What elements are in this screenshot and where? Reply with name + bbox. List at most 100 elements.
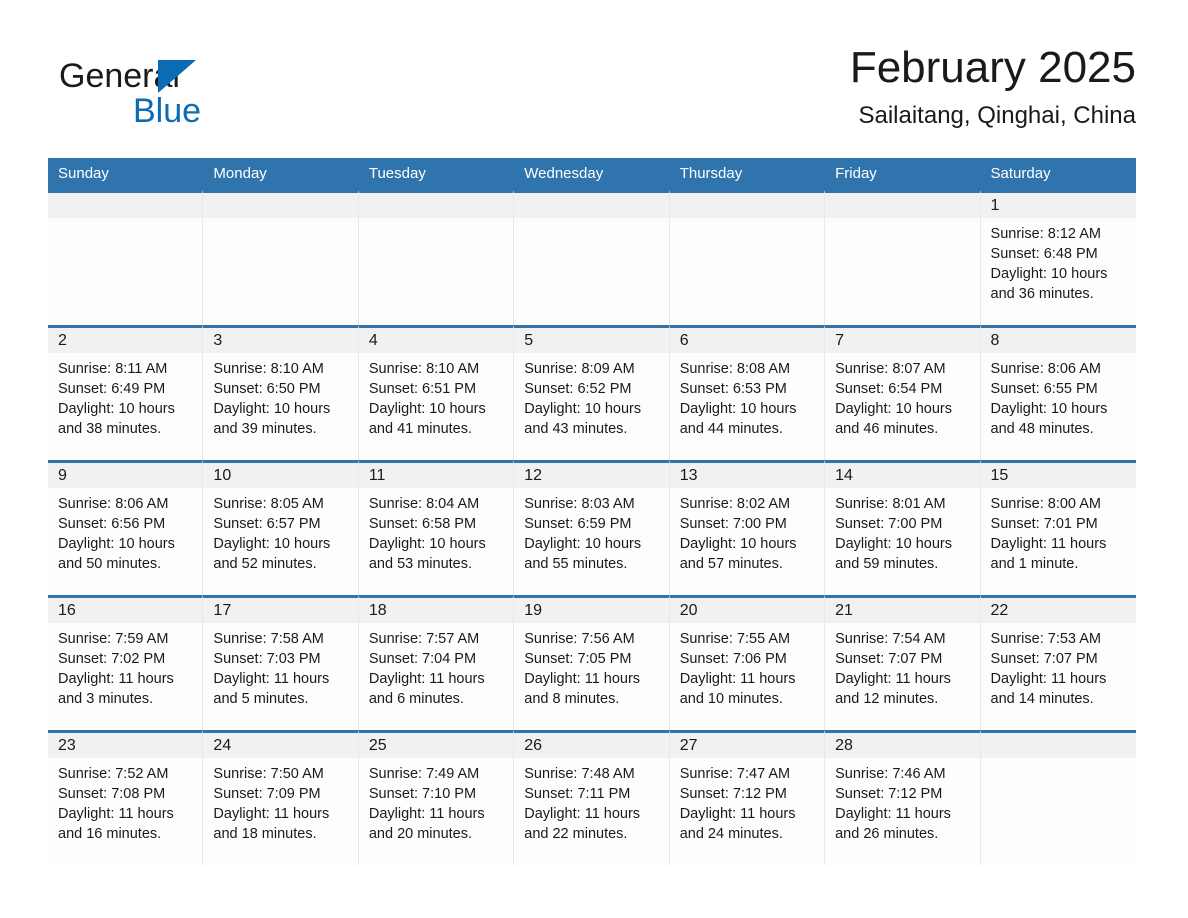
day-cell[interactable]: 3 Sunrise: 8:10 AM Sunset: 6:50 PM Daylight…: [203, 325, 359, 460]
day-cell[interactable]: 11 Sunrise: 8:04 AM Sunset: 6:58 PM Dayligh…: [358, 460, 515, 595]
calendar-cell: 16 Sunrise: 7:59 AM Sunset: 7:02 PM Dayligh…: [48, 595, 204, 730]
sunrise-text: Sunrise: 8:00 AM: [990, 496, 1101, 512]
calendar-cell: [48, 190, 204, 325]
day-details: Sunrise: 7:55 AM Sunset: 7:06 PM Daylight:…: [670, 623, 824, 709]
sunrise-text: Sunrise: 8:09 AM: [524, 361, 635, 377]
daylight-text: Daylight: 10 hours and 44 minutes.: [679, 401, 797, 437]
day-cell[interactable]: 27 Sunrise: 7:47 AM Sunset: 7:12 PM Dayligh…: [669, 730, 826, 865]
day-cell[interactable]: 24 Sunrise: 7:50 AM Sunset: 7:09 PM Dayligh…: [203, 730, 359, 865]
day-number: 18: [358, 598, 514, 623]
daylight-text: Daylight: 10 hours and 53 minutes.: [368, 536, 486, 572]
calendar-week-row: 9 Sunrise: 8:06 AM Sunset: 6:56 PM Daylight…: [48, 460, 1136, 595]
day-cell[interactable]: 12 Sunrise: 8:03 AM Sunset: 6:59 PM Dayligh…: [514, 460, 670, 595]
day-cell[interactable]: 19 Sunrise: 7:56 AM Sunset: 7:05 PM Dayligh…: [514, 595, 670, 730]
day-cell[interactable]: 6 Sunrise: 8:08 AM Sunset: 6:53 PM Daylight…: [669, 325, 826, 460]
calendar-cell: 24 Sunrise: 7:50 AM Sunset: 7:09 PM Dayligh…: [203, 730, 359, 865]
sunset-text: Sunset: 7:12 PM: [679, 786, 787, 802]
daylight-text: Daylight: 11 hours and 22 minutes.: [524, 806, 641, 842]
day-number: 10: [203, 463, 358, 488]
daylight-text: Daylight: 11 hours and 16 minutes.: [58, 806, 174, 842]
day-number: [669, 193, 825, 218]
calendar-cell: 17 Sunrise: 7:58 AM Sunset: 7:03 PM Dayligh…: [203, 595, 359, 730]
sunset-text: Sunset: 7:02 PM: [58, 651, 166, 667]
day-details: Sunrise: 7:58 AM Sunset: 7:03 PM Daylight:…: [203, 623, 357, 709]
daylight-text: Daylight: 10 hours and 57 minutes.: [679, 536, 797, 572]
day-cell[interactable]: 16 Sunrise: 7:59 AM Sunset: 7:02 PM Dayligh…: [48, 595, 204, 730]
calendar-cell: 4 Sunrise: 8:10 AM Sunset: 6:51 PM Daylight…: [358, 325, 515, 460]
day-cell[interactable]: 7 Sunrise: 8:07 AM Sunset: 6:54 PM Daylight…: [825, 325, 981, 460]
sunset-text: Sunset: 6:51 PM: [368, 381, 477, 397]
generalblue-logo[interactable]: General Blue: [59, 56, 319, 142]
day-cell[interactable]: 15 Sunrise: 8:00 AM Sunset: 7:01 PM Dayligh…: [980, 460, 1136, 595]
daylight-text: Daylight: 11 hours and 20 minutes.: [368, 806, 485, 842]
day-cell[interactable]: 23 Sunrise: 7:52 AM Sunset: 7:08 PM Dayligh…: [48, 730, 204, 865]
calendar-cell: 1 Sunrise: 8:12 AM Sunset: 6:48 PM Daylight…: [980, 190, 1136, 325]
calendar-cell: [980, 730, 1136, 865]
sunset-text: Sunset: 7:01 PM: [990, 516, 1098, 532]
daylight-text: Daylight: 11 hours and 5 minutes.: [213, 671, 330, 707]
calendar-cell: 9 Sunrise: 8:06 AM Sunset: 6:56 PM Daylight…: [48, 460, 204, 595]
calendar-cell: [825, 190, 981, 325]
sunrise-text: Sunrise: 7:46 AM: [835, 766, 946, 782]
calendar-cell: 12 Sunrise: 8:03 AM Sunset: 6:59 PM Dayligh…: [514, 460, 670, 595]
sunset-text: Sunset: 7:09 PM: [213, 786, 321, 802]
page-subtitle: Sailaitang, Qinghai, China: [858, 102, 1136, 129]
day-cell[interactable]: 18 Sunrise: 7:57 AM Sunset: 7:04 PM Dayligh…: [358, 595, 515, 730]
day-number: 11: [358, 463, 514, 488]
day-cell[interactable]: 13 Sunrise: 8:02 AM Sunset: 7:00 PM Dayligh…: [669, 460, 826, 595]
day-cell-empty: [358, 190, 515, 325]
day-details: Sunrise: 8:09 AM Sunset: 6:52 PM Daylight:…: [514, 353, 668, 439]
day-cell[interactable]: 20 Sunrise: 7:55 AM Sunset: 7:06 PM Dayligh…: [669, 595, 826, 730]
weekday-header-row: Sunday Monday Tuesday Wednesday Thursday…: [48, 158, 1136, 190]
day-number: 22: [980, 598, 1136, 623]
day-cell[interactable]: 2 Sunrise: 8:11 AM Sunset: 6:49 PM Daylight…: [48, 325, 204, 460]
day-cell[interactable]: 22 Sunrise: 7:53 AM Sunset: 7:07 PM Dayligh…: [980, 595, 1136, 730]
day-details: Sunrise: 8:03 AM Sunset: 6:59 PM Daylight:…: [514, 488, 668, 574]
day-cell[interactable]: 4 Sunrise: 8:10 AM Sunset: 6:51 PM Daylight…: [358, 325, 515, 460]
day-cell[interactable]: 17 Sunrise: 7:58 AM Sunset: 7:03 PM Dayligh…: [203, 595, 359, 730]
day-details: Sunrise: 7:57 AM Sunset: 7:04 PM Daylight:…: [359, 623, 513, 709]
sunset-text: Sunset: 7:10 PM: [368, 786, 477, 802]
sunrise-text: Sunrise: 8:10 AM: [213, 361, 324, 377]
weekday-header-wednesday: Wednesday: [514, 158, 670, 190]
daylight-text: Daylight: 11 hours and 24 minutes.: [679, 806, 796, 842]
day-cell[interactable]: 25 Sunrise: 7:49 AM Sunset: 7:10 PM Dayligh…: [358, 730, 515, 865]
daylight-text: Daylight: 10 hours and 46 minutes.: [835, 401, 952, 437]
daylight-text: Daylight: 10 hours and 41 minutes.: [368, 401, 486, 437]
day-details: Sunrise: 8:00 AM Sunset: 7:01 PM Daylight:…: [981, 488, 1136, 574]
daylight-text: Daylight: 11 hours and 18 minutes.: [213, 806, 330, 842]
sunset-text: Sunset: 7:04 PM: [368, 651, 477, 667]
calendar-cell: 15 Sunrise: 8:00 AM Sunset: 7:01 PM Dayligh…: [980, 460, 1136, 595]
day-cell[interactable]: 10 Sunrise: 8:05 AM Sunset: 6:57 PM Dayligh…: [203, 460, 359, 595]
sunset-text: Sunset: 6:48 PM: [990, 246, 1098, 262]
calendar-cell: 10 Sunrise: 8:05 AM Sunset: 6:57 PM Dayligh…: [203, 460, 359, 595]
daylight-text: Daylight: 10 hours and 43 minutes.: [524, 401, 642, 437]
sunrise-text: Sunrise: 8:06 AM: [58, 496, 169, 512]
day-cell[interactable]: 8 Sunrise: 8:06 AM Sunset: 6:55 PM Daylight…: [980, 325, 1136, 460]
day-details: Sunrise: 7:54 AM Sunset: 7:07 PM Daylight:…: [825, 623, 979, 709]
day-cell[interactable]: 28 Sunrise: 7:46 AM Sunset: 7:12 PM Dayligh…: [825, 730, 981, 865]
daylight-text: Daylight: 10 hours and 48 minutes.: [990, 401, 1108, 437]
day-details: Sunrise: 8:12 AM Sunset: 6:48 PM Daylight:…: [981, 218, 1136, 304]
weekday-header-tuesday: Tuesday: [358, 158, 515, 190]
day-number: 21: [825, 598, 980, 623]
calendar-cell: 3 Sunrise: 8:10 AM Sunset: 6:50 PM Daylight…: [203, 325, 359, 460]
calendar-page: General Blue February 2025 Sailaitang, Q…: [0, 0, 1188, 918]
day-cell-empty: [669, 190, 826, 325]
calendar-cell: 13 Sunrise: 8:02 AM Sunset: 7:00 PM Dayligh…: [669, 460, 826, 595]
sunrise-text: Sunrise: 8:10 AM: [368, 361, 480, 377]
day-number: 16: [48, 598, 203, 623]
day-number: [980, 733, 1136, 758]
day-cell[interactable]: 21 Sunrise: 7:54 AM Sunset: 7:07 PM Dayligh…: [825, 595, 981, 730]
calendar-cell: 11 Sunrise: 8:04 AM Sunset: 6:58 PM Dayligh…: [358, 460, 515, 595]
sunrise-text: Sunrise: 7:55 AM: [679, 631, 791, 647]
calendar-week-row: 16 Sunrise: 7:59 AM Sunset: 7:02 PM Dayligh…: [48, 595, 1136, 730]
day-number: [48, 193, 203, 218]
day-cell[interactable]: 5 Sunrise: 8:09 AM Sunset: 6:52 PM Daylight…: [514, 325, 670, 460]
sunset-text: Sunset: 7:12 PM: [835, 786, 943, 802]
day-cell[interactable]: 14 Sunrise: 8:01 AM Sunset: 7:00 PM Dayligh…: [825, 460, 981, 595]
day-cell[interactable]: 9 Sunrise: 8:06 AM Sunset: 6:56 PM Daylight…: [48, 460, 204, 595]
day-cell[interactable]: 26 Sunrise: 7:48 AM Sunset: 7:11 PM Dayligh…: [514, 730, 670, 865]
day-cell[interactable]: 1 Sunrise: 8:12 AM Sunset: 6:48 PM Daylight…: [980, 190, 1136, 325]
daylight-text: Daylight: 10 hours and 38 minutes.: [58, 401, 175, 437]
